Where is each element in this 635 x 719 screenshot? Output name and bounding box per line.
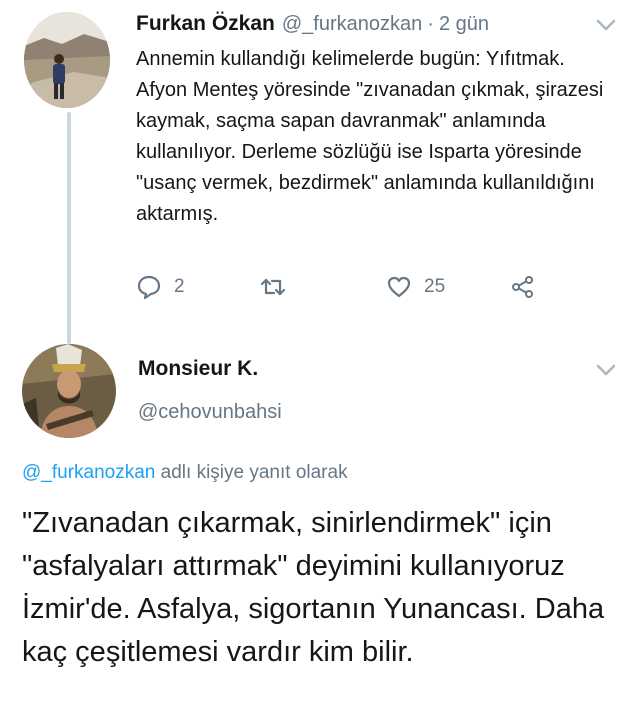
- tweet1-author-handle[interactable]: @_furkanozkan: [282, 13, 422, 36]
- tweet2-text: "Zıvanadan çıkarmak, sinirlendirmek" içi…: [22, 507, 605, 668]
- tweet2-author-name[interactable]: Monsieur K.: [138, 357, 258, 381]
- replying-to-line: @_furkanozkan adlı kişiye yanıt olarak: [22, 462, 348, 484]
- tweet1-action-bar: 2 25: [136, 270, 616, 304]
- retweet-button[interactable]: [260, 270, 286, 304]
- tweet1-author-name[interactable]: Furkan Özkan: [136, 12, 275, 36]
- reply-to-handle-link[interactable]: @_furkanozkan: [22, 462, 155, 483]
- share-button[interactable]: [510, 270, 536, 304]
- avatar-monsieur-k[interactable]: [22, 344, 116, 438]
- tweet1-timestamp[interactable]: 2 gün: [439, 13, 489, 36]
- like-button[interactable]: 25: [386, 270, 445, 304]
- tweet2-author-handle[interactable]: @cehovunbahsi: [138, 401, 282, 424]
- retweet-icon: [260, 278, 286, 296]
- avatar-furkan[interactable]: [24, 12, 110, 108]
- chevron-down-icon[interactable]: [596, 18, 616, 32]
- like-count: 25: [424, 276, 446, 297]
- tweet1-header: Furkan Özkan @_furkanozkan · 2 gün: [136, 12, 489, 42]
- thread-connector-line: [67, 112, 71, 344]
- tweet1-text: Annemin kullandığı kelimelerde bugün: Yı…: [136, 48, 604, 225]
- reply-button[interactable]: 2: [136, 270, 185, 304]
- heart-icon: [387, 276, 411, 298]
- avatar-painting-icon: [22, 344, 116, 438]
- tweet1-separator: ·: [427, 13, 434, 35]
- reply-to-suffix: adlı kişiye yanıt olarak: [155, 462, 348, 483]
- reply-icon: [137, 275, 161, 300]
- reply-count: 2: [174, 276, 185, 297]
- avatar-photo-icon: [24, 12, 110, 108]
- chevron-down-icon[interactable]: [596, 363, 616, 377]
- share-icon: [512, 276, 533, 298]
